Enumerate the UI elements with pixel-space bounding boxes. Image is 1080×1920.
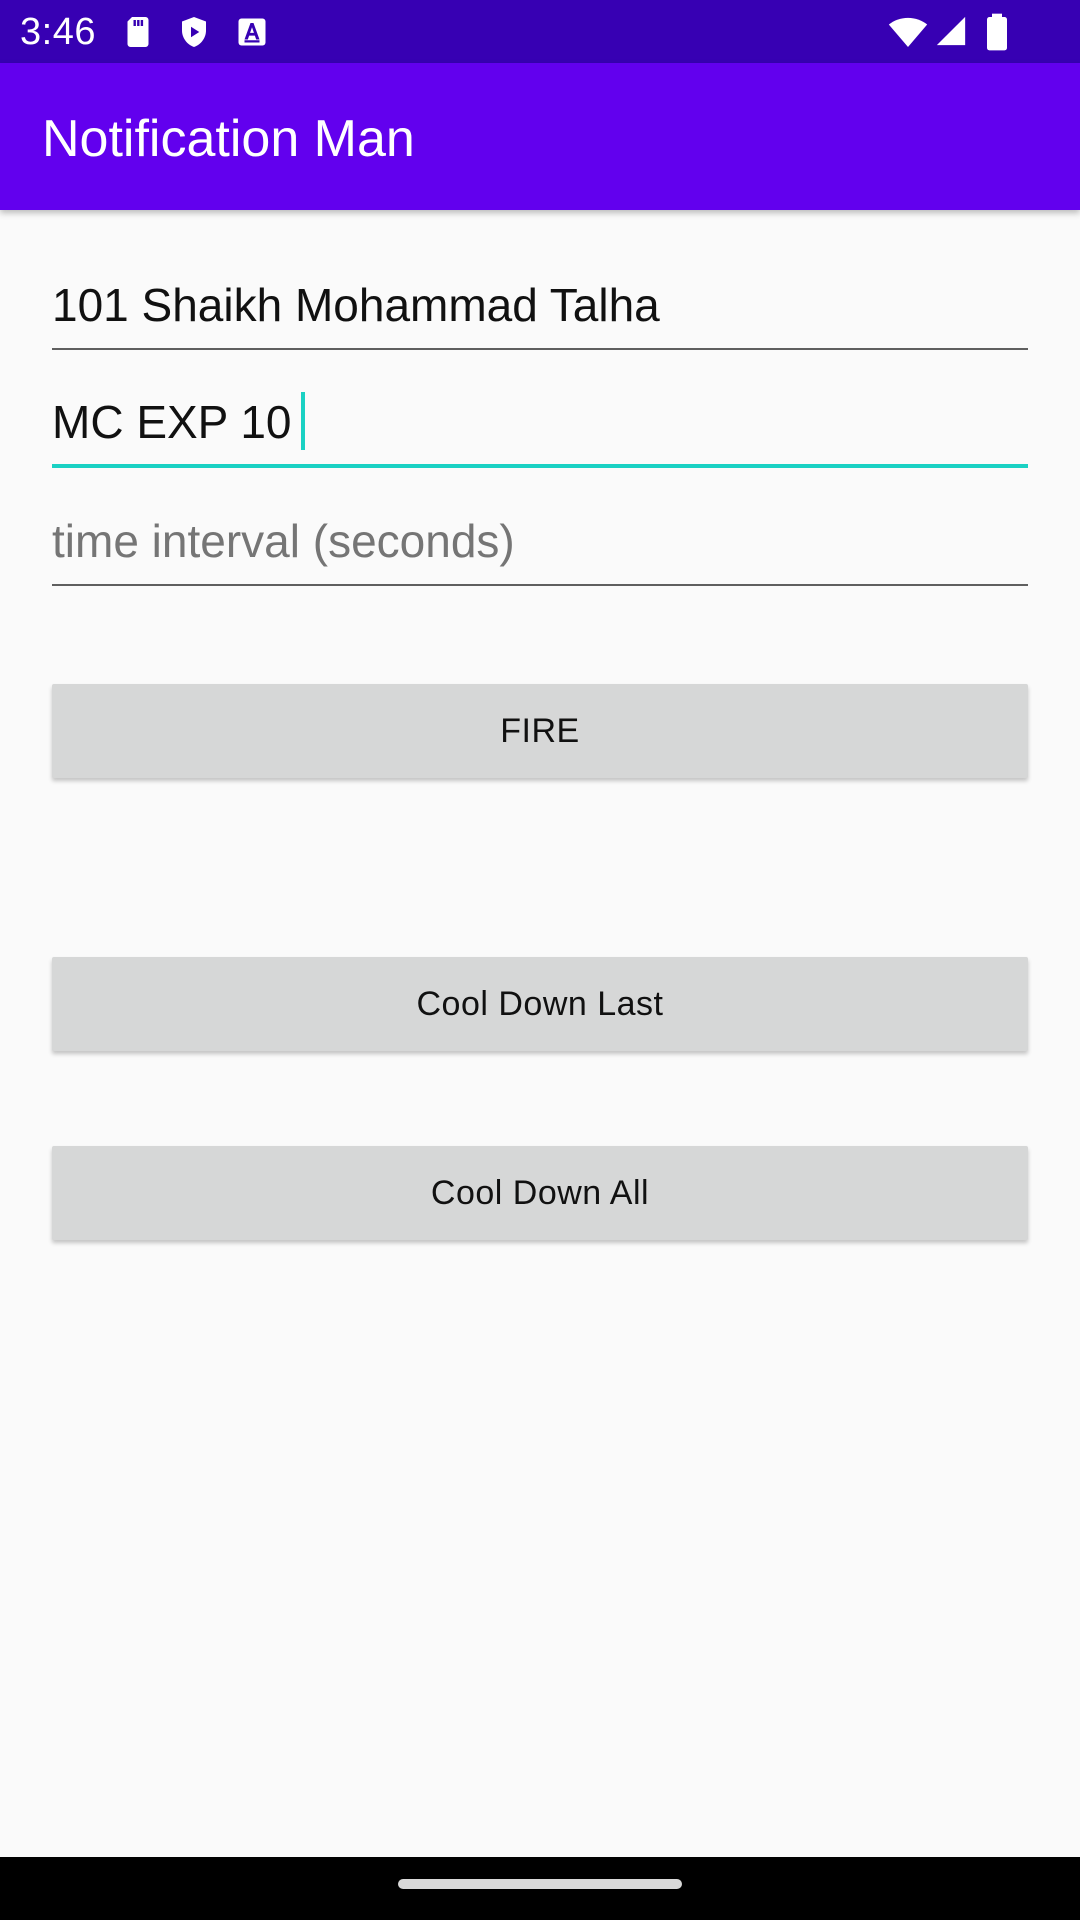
cool-down-all-button[interactable]: Cool Down All [52, 1146, 1028, 1240]
font-a-icon [238, 18, 266, 46]
name-field[interactable]: 101 Shaikh Mohammad Talha [52, 250, 1028, 350]
navigation-bar [0, 1857, 1080, 1920]
sd-card-icon [127, 17, 149, 47]
play-protect-icon [182, 17, 206, 47]
battery-icon [987, 13, 1007, 51]
status-time: 3:46 [20, 11, 96, 53]
message-field-value: MC EXP 10 [52, 396, 292, 448]
fire-button[interactable]: FIRE [52, 684, 1028, 778]
message-field[interactable]: MC EXP 10 [52, 368, 1028, 468]
app-title: Notification Man [42, 110, 415, 168]
status-bar: 3:46 [0, 0, 1080, 63]
signal-icon [936, 16, 966, 46]
interval-field[interactable]: time interval (seconds) [52, 486, 1028, 586]
text-cursor [301, 392, 306, 450]
app-bar: Notification Man [0, 63, 1080, 210]
interval-field-placeholder: time interval (seconds) [52, 515, 515, 567]
interval-field-underline [52, 584, 1028, 586]
wifi-icon [888, 17, 928, 47]
cool-down-last-button[interactable]: Cool Down Last [52, 957, 1028, 1051]
name-field-underline [52, 348, 1028, 350]
name-field-value: 101 Shaikh Mohammad Talha [52, 279, 660, 331]
home-handle[interactable] [398, 1879, 682, 1889]
message-field-underline [52, 464, 1028, 468]
message-field-text: MC EXP 10 [52, 392, 306, 450]
